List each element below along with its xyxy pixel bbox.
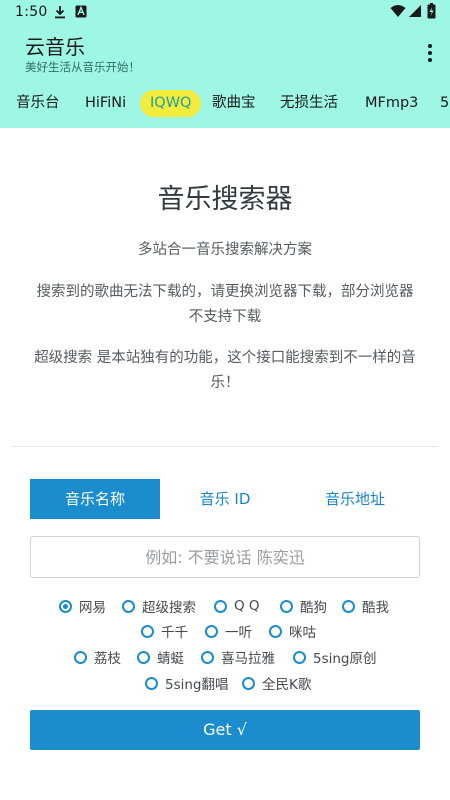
app-subtitle: 美好生活从音乐开始！ (25, 60, 140, 74)
super-search-note-line1: 超级搜索 是本站独有的功能，这个接口能搜索到不一样的音 (34, 350, 416, 366)
radio-unchecked-icon (145, 676, 158, 690)
mode-tab-music-name[interactable]: 音乐名称 (30, 479, 160, 519)
source-label: Q Q (234, 598, 260, 614)
radio-unchecked-icon (269, 624, 282, 638)
download-notice-line1: 搜索到的歌曲无法下载的，请更换浏览器下载，部分浏览器 (36, 284, 414, 300)
mode-tab-music-url[interactable]: 音乐地址 (290, 479, 420, 519)
source-label: 喜马拉雅 (221, 651, 275, 667)
source-radio-qianqian[interactable]: 千千 (141, 621, 188, 641)
page-title: 音乐搜索器 (157, 184, 293, 215)
tab-iqwq[interactable]: IQWQ (140, 90, 202, 117)
radio-unchecked-icon (293, 650, 306, 664)
radio-unchecked-icon (242, 676, 255, 690)
source-radio-qingting[interactable]: 蜻蜓 (137, 647, 184, 667)
radio-unchecked-icon (141, 624, 154, 638)
radio-unchecked-icon (201, 650, 214, 664)
mode-tab-music-id[interactable]: 音乐 ID (160, 479, 290, 519)
tab-yinyuetai[interactable]: 音乐台 (12, 90, 64, 117)
source-label: 蜻蜓 (157, 651, 184, 667)
source-label: 荔枝 (94, 651, 121, 667)
more-vert-icon (428, 44, 432, 48)
search-input[interactable] (30, 536, 420, 578)
source-label: 5sing原创 (313, 651, 377, 667)
source-label: 全民K歌 (262, 677, 312, 693)
radio-unchecked-icon (205, 624, 218, 638)
radio-unchecked-icon (280, 599, 293, 613)
source-radio-super-search[interactable]: 超级搜索 (122, 596, 196, 616)
app-title: 云音乐 (25, 35, 85, 59)
source-label: 千千 (161, 625, 188, 641)
source-label: 咪咕 (289, 625, 316, 641)
source-radio-migu[interactable]: 咪咕 (269, 621, 316, 641)
source-radio-netease[interactable]: 网易 (59, 596, 106, 616)
source-label: 酷我 (362, 600, 389, 616)
source-radio-qq[interactable]: Q Q (214, 596, 260, 616)
site-tabs: 音乐台 HiFiNi IQWQ 歌曲宝 无损生活 MFmp3 5 (0, 86, 450, 120)
more-vert-icon-dot (428, 58, 432, 62)
tab-wusunshenghuo[interactable]: 无损生活 (276, 90, 342, 117)
a-badge-icon (75, 5, 87, 22)
super-search-note-line2: 乐！ (210, 375, 240, 391)
source-label: 5sing翻唱 (165, 677, 229, 693)
source-radio-5sing-cover[interactable]: 5sing翻唱 (145, 673, 229, 693)
more-vert-icon-dot (428, 51, 432, 55)
battery-icon (427, 3, 436, 23)
source-label: 超级搜索 (142, 600, 196, 616)
source-radio-yiting[interactable]: 一听 (205, 621, 252, 641)
divider (12, 446, 438, 447)
source-radio-ximalaya[interactable]: 喜马拉雅 (201, 647, 275, 667)
download-icon (54, 5, 66, 23)
download-notice-line2: 不支持下载 (188, 309, 262, 325)
tagline: 多站合一音乐搜索解决方案 (138, 242, 312, 258)
app-header: 1:50 云音乐 美好生活从音乐开始！ 音乐台 HiFiNi IQWQ 歌曲宝 … (0, 0, 450, 128)
source-radio-kugou[interactable]: 酷狗 (280, 596, 327, 616)
status-time: 1:50 (15, 4, 48, 20)
signal-icon (408, 4, 422, 22)
radio-unchecked-icon (122, 599, 135, 613)
tab-gequbao[interactable]: 歌曲宝 (208, 90, 260, 117)
source-radio-5sing-original[interactable]: 5sing原创 (293, 647, 377, 667)
overflow-menu-button[interactable] (418, 40, 442, 66)
radio-unchecked-icon (137, 650, 150, 664)
wifi-icon (390, 4, 406, 22)
source-label: 一听 (225, 625, 252, 641)
get-button[interactable]: Get √ (30, 710, 420, 750)
source-radio-quanmin-k[interactable]: 全民K歌 (242, 673, 311, 693)
radio-unchecked-icon (214, 599, 227, 613)
source-label: 网易 (79, 600, 106, 616)
source-radio-lizhi[interactable]: 荔枝 (74, 647, 121, 667)
status-bar: 1:50 (0, 0, 450, 26)
tab-hifini[interactable]: HiFiNi (81, 90, 130, 117)
radio-unchecked-icon (74, 650, 87, 664)
tab-mfmp3[interactable]: MFmp3 (361, 90, 422, 117)
source-radio-kuwo[interactable]: 酷我 (342, 596, 389, 616)
source-label: 酷狗 (300, 600, 327, 616)
tab-5sing[interactable]: 5 (436, 90, 450, 117)
radio-unchecked-icon (342, 599, 355, 613)
radio-checked-icon (59, 599, 72, 613)
